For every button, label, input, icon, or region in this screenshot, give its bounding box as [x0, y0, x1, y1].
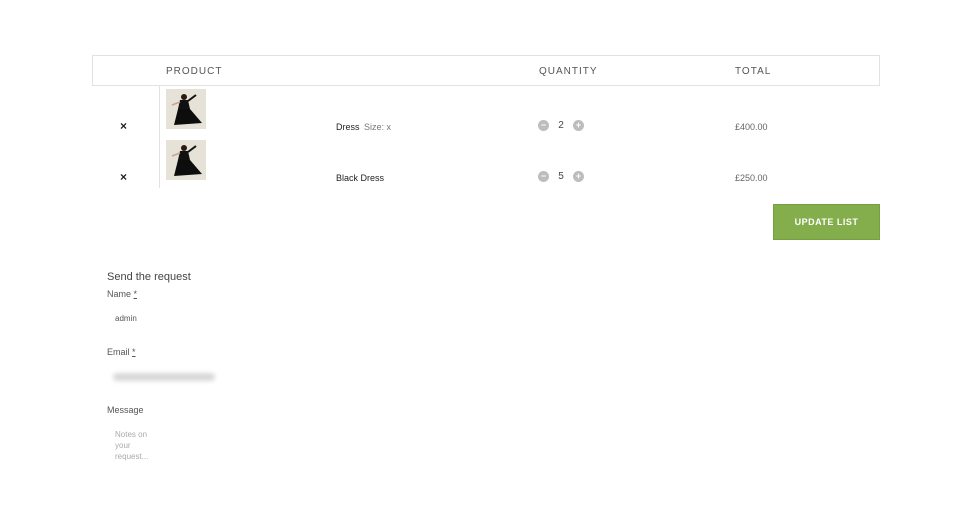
- table-row: × Dress Size: x − 2 + £400.00: [92, 86, 880, 137]
- table-row: × Black Dress − 5 + £250.00: [92, 137, 880, 188]
- line-total: £250.00: [735, 173, 768, 183]
- column-divider: [159, 86, 160, 137]
- message-textarea[interactable]: Notes on your request...: [115, 429, 163, 462]
- dress-image-icon: [166, 140, 206, 180]
- dress-image-icon: [166, 89, 206, 129]
- cart-table-header: PRODUCT QUANTITY TOTAL: [92, 55, 880, 86]
- quantity-value[interactable]: 5: [556, 171, 566, 182]
- email-label: Email *: [107, 347, 136, 357]
- quantity-stepper: − 2 +: [538, 120, 584, 131]
- quote-list-page: PRODUCT QUANTITY TOTAL × Dress Size: x −: [0, 0, 969, 518]
- remove-item-button[interactable]: ×: [120, 119, 127, 133]
- name-label-text: Name: [107, 289, 132, 299]
- request-form: Send the request Name * admin Email * Me…: [107, 271, 407, 461]
- product-name[interactable]: Dress Size: x: [336, 122, 391, 132]
- increase-quantity-button[interactable]: +: [573, 120, 584, 131]
- form-title: Send the request: [107, 271, 191, 283]
- line-total: £400.00: [735, 122, 768, 132]
- name-field[interactable]: admin: [115, 314, 137, 323]
- product-thumbnail[interactable]: [166, 89, 206, 129]
- total-column-header: TOTAL: [735, 66, 772, 77]
- product-title[interactable]: Black Dress: [336, 173, 384, 183]
- quantity-column-header: QUANTITY: [539, 66, 598, 77]
- name-label: Name *: [107, 289, 137, 299]
- product-name[interactable]: Black Dress: [336, 173, 384, 183]
- decrease-quantity-button[interactable]: −: [538, 171, 549, 182]
- decrease-quantity-button[interactable]: −: [538, 120, 549, 131]
- cart-table: PRODUCT QUANTITY TOTAL × Dress Size: x −: [92, 55, 880, 188]
- required-marker: *: [132, 347, 136, 357]
- product-thumbnail[interactable]: [166, 140, 206, 180]
- message-label: Message: [107, 405, 144, 415]
- remove-item-button[interactable]: ×: [120, 170, 127, 184]
- increase-quantity-button[interactable]: +: [573, 171, 584, 182]
- email-field[interactable]: [113, 373, 215, 381]
- product-variant: Size: x: [364, 122, 392, 132]
- required-marker: *: [133, 289, 138, 299]
- quantity-stepper: − 5 +: [538, 171, 584, 182]
- product-title[interactable]: Dress: [336, 122, 360, 132]
- update-list-button[interactable]: UPDATE LIST: [773, 204, 880, 240]
- product-column-header: PRODUCT: [166, 66, 223, 77]
- quantity-value[interactable]: 2: [556, 120, 566, 131]
- email-label-text: Email: [107, 347, 130, 357]
- column-divider: [159, 137, 160, 188]
